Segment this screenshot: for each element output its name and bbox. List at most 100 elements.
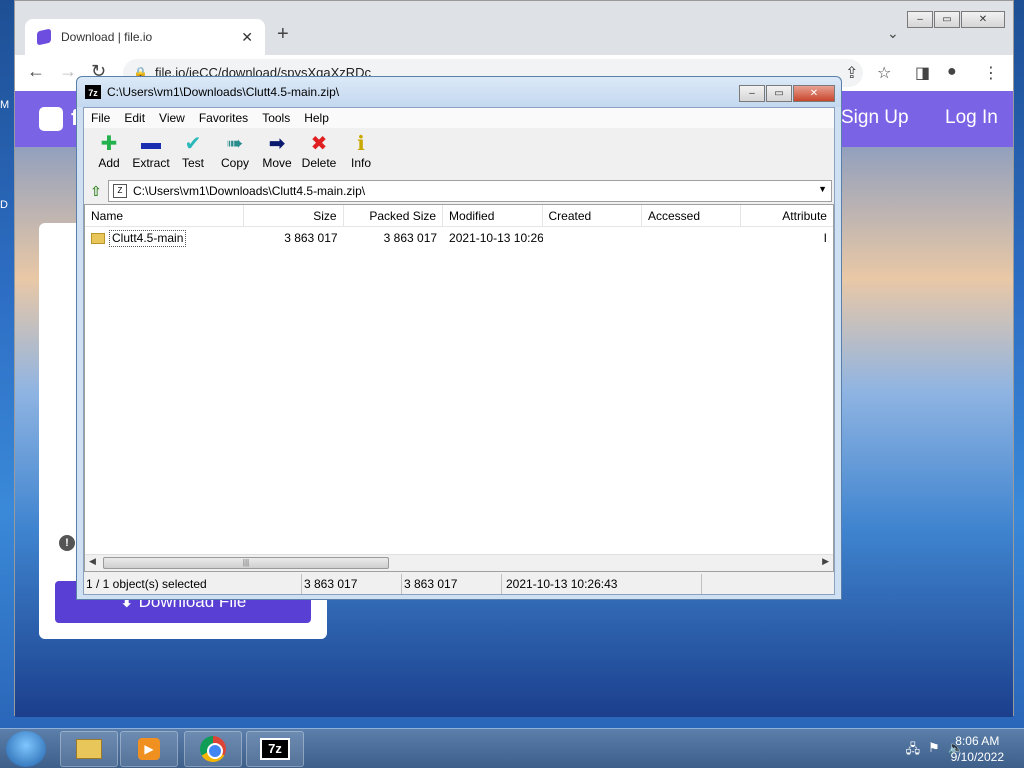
sign-up-link[interactable]: Sign Up (841, 107, 909, 129)
status-size: 3 863 017 (302, 574, 402, 594)
path-combobox[interactable]: Z C:\Users\vm1\Downloads\Clutt4.5-main.z… (108, 180, 832, 202)
share-icon[interactable]: ⇪ (845, 63, 858, 83)
copy-button[interactable]: ➠ Copy (214, 130, 256, 178)
new-tab-button[interactable]: + (277, 23, 289, 46)
column-attributes[interactable]: Attribute (741, 205, 833, 227)
test-button[interactable]: ✔ Test (172, 130, 214, 178)
folder-icon (76, 739, 102, 759)
column-modified[interactable]: Modified (443, 205, 543, 227)
column-created[interactable]: Created (543, 205, 642, 227)
taskbar-explorer[interactable] (60, 731, 118, 767)
table-row[interactable]: Clutt4.5-main 3 863 017 3 863 017 2021-1… (85, 228, 833, 248)
menu-favorites[interactable]: Favorites (192, 111, 255, 125)
scroll-left-arrow-icon[interactable]: ◀ (89, 556, 96, 567)
action-center-flag-icon[interactable]: ⚑ (928, 740, 940, 762)
clock-date: 9/10/2022 (950, 750, 1004, 764)
desktop-icon-label[interactable]: D (0, 155, 14, 255)
tab-close-icon[interactable]: ✕ (241, 29, 253, 46)
column-packed-size[interactable]: Packed Size (344, 205, 444, 227)
dropdown-arrow-icon[interactable]: ▼ (818, 184, 827, 194)
sevenzip-client: File Edit View Favorites Tools Help ✚ Ad… (83, 107, 835, 595)
column-name[interactable]: Name (85, 205, 245, 227)
delete-label: Delete (301, 156, 337, 170)
maximize-button[interactable]: ▭ (934, 11, 960, 28)
sevenzip-window: 7z C:\Users\vm1\Downloads\Clutt4.5-main.… (76, 76, 842, 600)
row-size: 3 863 017 (284, 231, 338, 245)
minimize-button[interactable]: – (907, 11, 933, 28)
sevenzip-app-icon: 7z (85, 85, 101, 99)
extract-button[interactable]: ▬ Extract (130, 130, 172, 178)
taskbar: ▶ 7z 🖧 ⚑ 🔈 8:06 AM 9/10/2022 (0, 728, 1024, 768)
scrollbar-thumb[interactable]: ||| (103, 557, 389, 569)
info-icon: ℹ (357, 132, 365, 155)
chrome-icon (200, 736, 226, 762)
profile-avatar-icon[interactable]: ● (947, 63, 957, 81)
delete-button[interactable]: ✖ Delete (298, 130, 340, 178)
path-text: C:\Users\vm1\Downloads\Clutt4.5-main.zip… (133, 184, 366, 198)
kebab-menu-icon[interactable]: ⋮ (983, 63, 999, 83)
network-icon[interactable]: 🖧 (906, 740, 921, 762)
up-folder-icon[interactable]: ⇧ (84, 181, 108, 201)
tab-search-chevron-icon[interactable]: ⌄ (887, 25, 899, 42)
minimize-button[interactable]: – (739, 85, 765, 102)
menu-file[interactable]: File (84, 111, 117, 125)
menu-edit[interactable]: Edit (117, 111, 152, 125)
column-size[interactable]: Size (244, 205, 344, 227)
x-icon: ✖ (310, 132, 328, 155)
arrow-right-icon: ➡ (268, 132, 286, 155)
row-created (543, 228, 642, 248)
row-attributes: I (823, 231, 827, 245)
extract-label: Extract (132, 156, 170, 170)
add-button[interactable]: ✚ Add (88, 130, 130, 178)
fileio-logo-icon[interactable] (39, 107, 63, 131)
clock[interactable]: 8:06 AM 9/10/2022 (951, 733, 1004, 765)
status-modified: 2021-10-13 10:26:43 (502, 574, 702, 594)
info-label: Info (350, 156, 371, 170)
window-title: C:\Users\vm1\Downloads\Clutt4.5-main.zip… (107, 85, 340, 99)
zip-file-icon: Z (113, 184, 127, 198)
horizontal-scrollbar[interactable]: ◀ ||| ▶ (85, 554, 833, 571)
desktop-icons: M D (0, 55, 14, 255)
menu-tools[interactable]: Tools (255, 111, 297, 125)
folder-icon (91, 232, 105, 244)
file-list: Name Size Packed Size Modified Created A… (84, 204, 834, 572)
tab-strip: Download | file.io ✕ + ⌄ – ▭ ✕ (15, 1, 1013, 55)
column-accessed[interactable]: Accessed (642, 205, 742, 227)
sevenzip-address-bar: ⇧ Z C:\Users\vm1\Downloads\Clutt4.5-main… (84, 180, 834, 202)
maximize-button[interactable]: ▭ (766, 85, 792, 102)
move-button[interactable]: ➡ Move (256, 130, 298, 178)
clock-time: 8:06 AM (955, 734, 1000, 748)
start-button-windows-icon[interactable] (6, 731, 46, 767)
menu-help[interactable]: Help (297, 111, 336, 125)
menu-view[interactable]: View (152, 111, 192, 125)
bookmark-star-icon[interactable]: ☆ (877, 63, 891, 83)
menu-bar: File Edit View Favorites Tools Help (84, 108, 834, 128)
alert-info-icon: ! (59, 535, 75, 551)
row-modified: 2021-10-13 10:26 (449, 231, 543, 245)
close-button[interactable]: ✕ (961, 11, 1005, 28)
plus-icon: ✚ (100, 132, 118, 155)
scroll-right-arrow-icon[interactable]: ▶ (822, 556, 829, 567)
test-label: Test (181, 156, 204, 170)
taskbar-chrome[interactable] (184, 731, 242, 767)
sevenzip-titlebar[interactable]: 7z C:\Users\vm1\Downloads\Clutt4.5-main.… (77, 77, 841, 107)
desktop-icon-label[interactable]: M (0, 55, 14, 155)
list-header: Name Size Packed Size Modified Created A… (85, 205, 833, 227)
taskbar-7zip[interactable]: 7z (246, 731, 304, 767)
add-label: Add (98, 156, 120, 170)
forward-arrow-icon[interactable]: → (59, 61, 77, 82)
taskbar-media-player[interactable]: ▶ (120, 731, 178, 767)
browser-tab[interactable]: Download | file.io ✕ (25, 19, 265, 55)
move-label: Move (262, 156, 292, 170)
media-player-icon: ▶ (138, 738, 160, 760)
copy-label: Copy (220, 156, 249, 170)
fileio-favicon-icon (37, 28, 51, 46)
back-arrow-icon[interactable]: ← (27, 61, 45, 82)
log-in-link[interactable]: Log In (945, 107, 998, 129)
side-panel-icon[interactable]: ◨ (915, 63, 930, 83)
minus-icon: ▬ (141, 131, 161, 154)
row-accessed (642, 228, 741, 248)
close-button[interactable]: ✕ (793, 85, 835, 102)
info-button[interactable]: ℹ Info (340, 130, 382, 178)
status-packed: 3 863 017 (402, 574, 502, 594)
